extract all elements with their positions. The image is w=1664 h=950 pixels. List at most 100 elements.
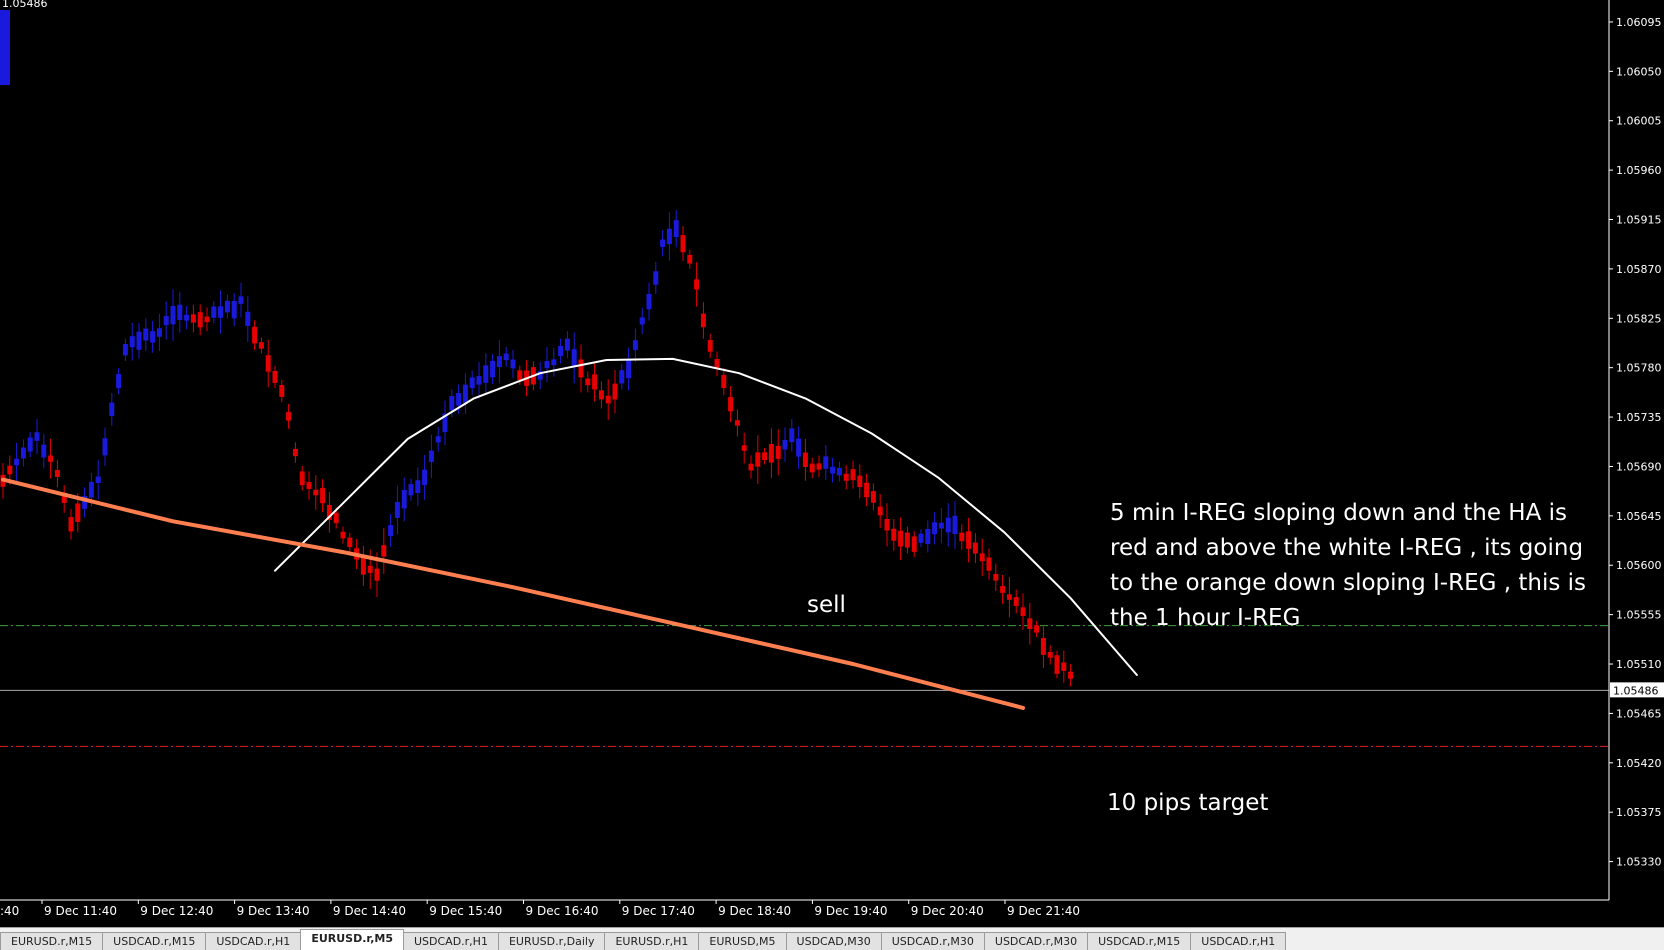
candle-body bbox=[605, 395, 611, 404]
candle-body bbox=[313, 489, 319, 496]
candle-body bbox=[88, 481, 94, 498]
candle-body bbox=[653, 271, 659, 285]
candle-body bbox=[728, 397, 734, 412]
candle-body bbox=[979, 553, 985, 562]
chart-tab[interactable]: USDCAD,M30 bbox=[785, 932, 882, 950]
candle-body bbox=[870, 491, 876, 503]
candle-body bbox=[558, 345, 564, 357]
candle-body bbox=[1034, 625, 1040, 633]
chart-tab[interactable]: EURUSD.r,Daily bbox=[497, 932, 606, 950]
price-tick-label: 1.05870 bbox=[1616, 263, 1662, 276]
candle-body bbox=[762, 452, 768, 460]
candle-body bbox=[401, 489, 407, 509]
candle-body bbox=[612, 383, 618, 400]
candle-body bbox=[741, 445, 747, 451]
candle-body bbox=[1000, 586, 1006, 593]
candle-body bbox=[238, 296, 244, 304]
candle-body bbox=[592, 374, 598, 390]
candle-body bbox=[388, 525, 394, 537]
candle-body bbox=[673, 220, 679, 238]
chart-tab[interactable]: USDCAD.r,M30 bbox=[983, 932, 1089, 950]
candle-body bbox=[585, 378, 591, 386]
candle-body bbox=[163, 316, 169, 326]
target-annotation: 10 pips target bbox=[1107, 790, 1268, 816]
chart-tab[interactable]: USDCAD.r,M30 bbox=[880, 932, 985, 950]
regression-1hour-line bbox=[1, 477, 1025, 710]
current-price-marker: 1.05486 bbox=[1610, 682, 1664, 698]
candle-body bbox=[843, 473, 849, 481]
candle-body bbox=[367, 565, 373, 573]
candle-body bbox=[95, 476, 101, 484]
candle-body bbox=[170, 306, 176, 325]
price-tick-label: 1.06095 bbox=[1616, 16, 1662, 29]
price-tick-label: 1.05555 bbox=[1616, 609, 1662, 622]
candle-body bbox=[456, 393, 462, 406]
candle-body bbox=[748, 463, 754, 471]
candle-body bbox=[666, 228, 672, 245]
chart-tab[interactable]: EURUSD,M5 bbox=[698, 932, 787, 950]
candle-body bbox=[959, 532, 965, 542]
candle-body bbox=[462, 384, 468, 403]
candle-body bbox=[619, 370, 625, 384]
candle-body bbox=[1040, 637, 1046, 655]
candle-body bbox=[510, 359, 516, 369]
candle-body bbox=[626, 360, 632, 379]
candle-body bbox=[415, 480, 421, 494]
candle-body bbox=[932, 522, 938, 535]
price-tick-label: 1.05960 bbox=[1616, 164, 1662, 177]
time-tick-label: 9 Dec 11:40 bbox=[44, 904, 117, 918]
chart-tab[interactable]: USDCAD.r,H1 bbox=[1190, 932, 1287, 950]
candle-body bbox=[306, 482, 312, 489]
price-tick-label: 1.05465 bbox=[1616, 707, 1662, 720]
candle-body bbox=[347, 537, 353, 548]
candle-body bbox=[877, 506, 883, 516]
candle-body bbox=[830, 466, 836, 474]
annotation-line-1: 5 min I-REG sloping down and the HA is bbox=[1110, 500, 1567, 526]
candle-body bbox=[993, 573, 999, 581]
chart-tab[interactable]: EURUSD.r,H1 bbox=[604, 932, 700, 950]
candle-body bbox=[700, 313, 706, 328]
candle-body bbox=[1027, 618, 1033, 630]
candle-body bbox=[966, 531, 972, 549]
candle-body bbox=[75, 503, 81, 522]
candle-body bbox=[320, 488, 326, 504]
chart-tab[interactable]: USDCAD.r,M15 bbox=[102, 932, 207, 950]
candle-body bbox=[945, 517, 951, 533]
candle-body bbox=[265, 355, 271, 372]
candle-body bbox=[224, 300, 230, 313]
candle-body bbox=[925, 528, 931, 544]
chart-tab[interactable]: EURUSD.r,M15 bbox=[0, 932, 104, 950]
candle-body bbox=[469, 377, 475, 389]
candle-body bbox=[122, 343, 128, 356]
candle-body bbox=[809, 463, 815, 473]
chart-tab[interactable]: EURUSD.r,M5 bbox=[300, 929, 404, 950]
candle-body bbox=[836, 467, 842, 476]
chart-tab[interactable]: USDCAD.r,M15 bbox=[1087, 932, 1192, 950]
candle-body bbox=[503, 353, 509, 361]
candle-body bbox=[850, 469, 856, 481]
candle-body bbox=[632, 340, 638, 351]
candle-body bbox=[639, 317, 645, 325]
candle-body bbox=[422, 469, 428, 486]
price-tick-label: 1.05735 bbox=[1616, 411, 1662, 424]
chart-tab[interactable]: USDCAD.r,H1 bbox=[205, 932, 302, 950]
candle-body bbox=[646, 293, 652, 310]
annotation-line-2: red and above the white I-REG , its goin… bbox=[1110, 535, 1583, 561]
candle-body bbox=[891, 528, 897, 541]
chart-tab[interactable]: USDCAD.r,H1 bbox=[402, 932, 499, 950]
candle-body bbox=[374, 568, 380, 581]
candle-body bbox=[782, 439, 788, 450]
candle-body bbox=[796, 438, 802, 457]
candle-body bbox=[918, 533, 924, 543]
time-tick-label: 9 Dec 12:40 bbox=[140, 904, 213, 918]
candle-body bbox=[340, 531, 346, 539]
time-tick-label: 9 Dec 21:40 bbox=[1007, 904, 1080, 918]
candle-body bbox=[245, 311, 251, 326]
time-tick-label: 9 Dec 18:40 bbox=[718, 904, 791, 918]
price-tick-label: 1.06005 bbox=[1616, 115, 1662, 128]
candle-body bbox=[768, 443, 774, 463]
candle-body bbox=[428, 450, 434, 462]
price-chart[interactable]: 1.06095 1.06050 1.06005 1.05960 1.05915 1.058… bbox=[0, 0, 1664, 927]
candle-body bbox=[136, 331, 142, 350]
candle-body bbox=[517, 370, 523, 381]
